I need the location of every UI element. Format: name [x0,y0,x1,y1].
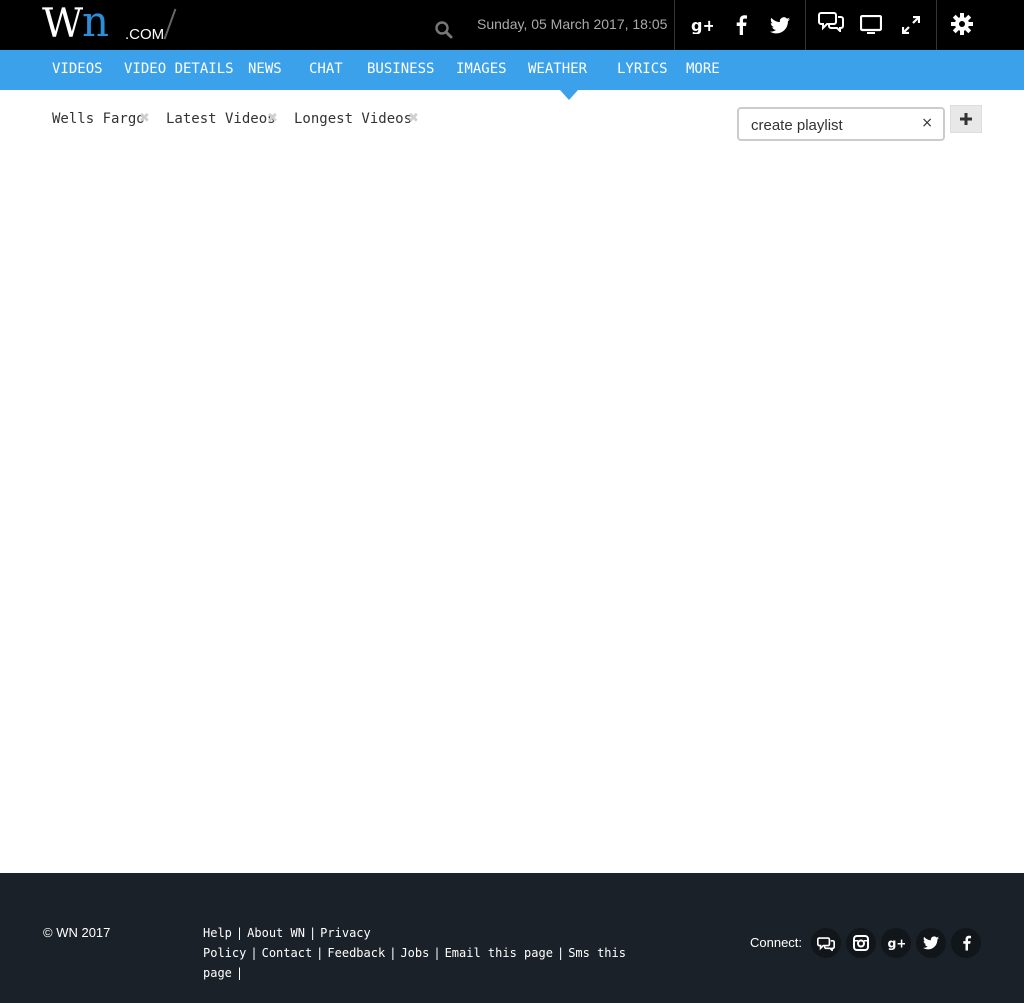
footer-link-help[interactable]: Help [203,926,232,940]
chat-icon[interactable] [816,6,846,36]
create-playlist-input[interactable] [751,115,911,135]
nav-lyrics[interactable]: LYRICS [617,61,668,77]
add-playlist-button[interactable] [950,105,982,133]
plus-icon [960,110,972,129]
tab-close-icon[interactable]: ✖ [408,111,419,126]
top-bar: W n .COM Sunday, 05 March 2017, 18:05 g+ [0,0,1024,50]
gear-icon[interactable] [947,9,977,39]
header-date: Sunday, 05 March 2017, 18:05 [477,16,668,32]
google-plus-icon[interactable]: g+ [881,928,911,958]
footer: © WN 2017 Help | About WN | Privacy Policy | C… [0,873,1024,1003]
fullscreen-icon[interactable] [896,10,926,40]
active-nav-caret [560,90,578,100]
nav-news[interactable]: NEWS [248,61,282,77]
footer-link-feedback[interactable]: Feedback [327,946,385,960]
logo-n: n [82,0,110,46]
divider [936,0,937,50]
nav-chat[interactable]: CHAT [309,61,343,77]
nav-weather[interactable]: WEATHER [528,61,587,77]
logo-slash [163,8,177,40]
nav-more[interactable]: MORE [686,61,720,77]
footer-link-contact[interactable]: Contact [262,946,313,960]
wn-logo[interactable]: W n .COM [42,0,192,48]
google-plus-icon[interactable]: g+ [687,10,717,40]
tab-latest-videos[interactable]: Latest Videos [166,111,276,127]
nav-videos[interactable]: VIDEOS [52,61,103,77]
footer-link-about[interactable]: About WN [247,926,305,940]
tab-wells-fargo[interactable]: Wells Fargo [52,111,145,127]
instagram-icon[interactable] [846,928,876,958]
divider [674,0,675,50]
facebook-icon[interactable] [726,10,756,40]
clear-input-icon[interactable]: × [921,115,933,131]
playlist-field: × [737,107,945,141]
twitter-icon[interactable] [916,928,946,958]
footer-link-email-page[interactable]: Email this page [445,946,553,960]
twitter-icon[interactable] [765,10,795,40]
tab-close-icon[interactable]: ✖ [267,111,278,126]
tv-icon[interactable] [856,10,886,40]
nav-video-details[interactable]: VIDEO DETAILS [124,61,234,77]
footer-link-jobs[interactable]: Jobs [400,946,429,960]
search-icon[interactable] [434,20,454,40]
chat-icon[interactable] [811,928,841,958]
logo-com: .COM [125,26,165,43]
facebook-icon[interactable] [951,928,981,958]
svg-text:g+: g+ [887,936,905,950]
svg-text:g+: g+ [691,16,713,34]
nav-business[interactable]: BUSINESS [367,61,434,77]
tab-longest-videos[interactable]: Longest Videos [294,111,412,127]
copyright: © WN 2017 [43,925,111,940]
nav-images[interactable]: IMAGES [456,61,507,77]
main-nav: VIDEOS VIDEO DETAILS NEWS CHAT BUSINESS … [0,50,1024,90]
footer-links: Help | About WN | Privacy Policy | Contact | Fee… [203,926,626,980]
tab-close-icon[interactable]: ✖ [139,111,150,126]
connect-label: Connect: [750,935,803,950]
logo-w: W [42,1,83,47]
divider [805,0,806,50]
